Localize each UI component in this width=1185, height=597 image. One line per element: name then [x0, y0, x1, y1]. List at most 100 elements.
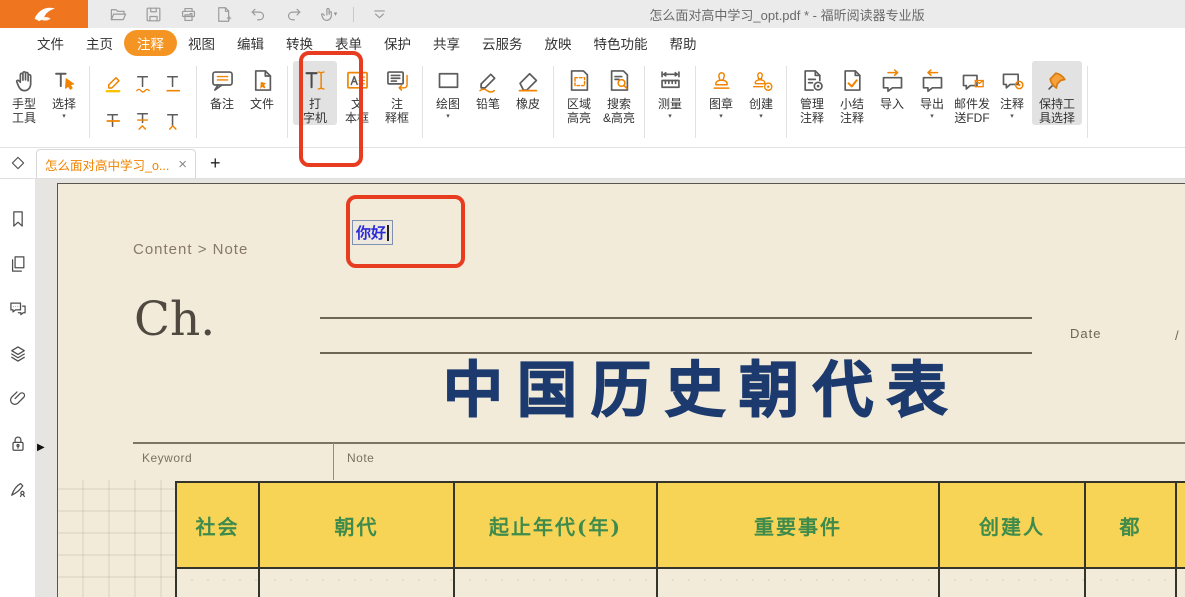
pencil-icon: [475, 67, 502, 94]
toolbar-separator: [353, 7, 354, 22]
bookmarks-panel-button[interactable]: [8, 209, 28, 229]
document-tab[interactable]: 怎么面对高中学习_o... ×: [36, 149, 196, 178]
table-header-cell: 重要事件: [658, 481, 940, 569]
draw-shapes-icon: [435, 67, 462, 94]
title-bar: ▾ 怎么面对高中学习_opt.pdf * - 福昕阅读器专业版: [0, 0, 1185, 28]
dropdown-caret-icon: ▾: [334, 10, 338, 18]
menu-item[interactable]: 视图: [177, 30, 226, 56]
new-tab-button[interactable]: +: [210, 153, 221, 174]
date-label: Date: [1070, 326, 1101, 341]
export-button[interactable]: 导出▾: [912, 61, 952, 121]
pages-panel-button[interactable]: [8, 254, 28, 274]
navigation-sidebar: [0, 179, 36, 597]
table-body-cell: [455, 569, 658, 597]
open-button[interactable]: [108, 4, 128, 24]
replace-text-icon: [132, 109, 155, 132]
menu-item[interactable]: 主页: [75, 30, 124, 56]
eraser-button[interactable]: 橡皮: [508, 61, 548, 111]
menu-item[interactable]: 帮助: [659, 30, 708, 56]
pencil-button[interactable]: 铅笔: [468, 61, 508, 111]
paper-grid-texture: [58, 480, 175, 597]
print-button[interactable]: [178, 4, 198, 24]
menu-item[interactable]: 文件: [26, 30, 75, 56]
keep-tool-icon: [1044, 67, 1071, 94]
select-tool-button[interactable]: 选择▾: [44, 61, 84, 121]
comments-panel-button[interactable]: [8, 299, 28, 319]
signature-panel-button[interactable]: [8, 479, 28, 499]
summarize-comments-button[interactable]: 小结注释: [832, 61, 872, 125]
manage-comments-button[interactable]: 管理注释: [792, 61, 832, 125]
comment-settings-icon: [999, 67, 1026, 94]
import-button[interactable]: 导入: [872, 61, 912, 111]
table-body-cell: [1086, 569, 1177, 597]
menu-bar: 文件主页注释视图编辑转换表单保护共享云服务放映特色功能帮助: [0, 28, 1185, 57]
create-page-button[interactable]: [213, 4, 233, 24]
strikeout-button[interactable]: [98, 102, 128, 139]
menu-item[interactable]: 共享: [422, 30, 471, 56]
hand-gesture-button[interactable]: ▾: [318, 4, 338, 24]
menu-item[interactable]: 编辑: [226, 30, 275, 56]
table-body-cell: [658, 569, 940, 597]
callout-button[interactable]: 注释框: [377, 61, 417, 125]
keyword-label: Keyword: [142, 451, 192, 465]
keep-tool-selection-button[interactable]: 保持工具选择: [1032, 61, 1082, 125]
ribbon-group: 管理注释小结注释导入导出▾邮件发送FDF注释▾保持工具选择: [792, 61, 1082, 143]
panel-toggle-icon[interactable]: [0, 148, 36, 178]
dropdown-caret-icon: ▾: [719, 113, 723, 121]
comments-icon: [8, 299, 28, 319]
menu-item[interactable]: 特色功能: [583, 30, 659, 56]
attachment-icon: [8, 389, 28, 409]
textbox-icon: [344, 67, 371, 94]
typewriter-text: 你好: [356, 222, 386, 243]
table-body-cell: [940, 569, 1086, 597]
table-body-row: [175, 569, 1185, 597]
area-highlight-button[interactable]: 区域高亮: [559, 61, 599, 125]
ribbon-group: 图章▾创建▾: [701, 61, 781, 143]
typewriter-button[interactable]: 打字机: [293, 61, 337, 125]
ribbon-group: 绘图▾铅笔橡皮: [428, 61, 548, 143]
foxit-logo-icon: [27, 3, 61, 25]
note-button[interactable]: 备注: [202, 61, 242, 111]
page-title: 中国历史朝代表: [443, 342, 961, 429]
dropdown-caret-icon: ▾: [668, 113, 672, 121]
layers-panel-button[interactable]: [8, 344, 28, 364]
save-button[interactable]: [143, 4, 163, 24]
measure-button[interactable]: 测量▾: [650, 61, 690, 121]
highlight-button[interactable]: [98, 65, 128, 102]
menu-item[interactable]: 云服务: [471, 30, 534, 56]
textbox-button[interactable]: 文本框: [337, 61, 377, 125]
section-divider: [133, 442, 1185, 444]
stamp-button[interactable]: 图章▾: [701, 61, 741, 121]
window-title: 怎么面对高中学习_opt.pdf * - 福昕阅读器专业版: [389, 5, 1185, 24]
strikeout-icon: [102, 109, 125, 132]
insert-text-button[interactable]: [158, 102, 188, 139]
expand-panel-arrow[interactable]: ▶: [37, 442, 45, 453]
redo-button[interactable]: [283, 4, 303, 24]
underline-button[interactable]: [158, 65, 188, 102]
draw-button[interactable]: 绘图▾: [428, 61, 468, 121]
menu-item[interactable]: 表单: [324, 30, 373, 56]
menu-item[interactable]: 转换: [275, 30, 324, 56]
tab-close-icon[interactable]: ×: [178, 157, 187, 172]
foxit-logo[interactable]: [0, 0, 88, 28]
menu-item[interactable]: 放映: [534, 30, 583, 56]
menu-item[interactable]: 保护: [373, 30, 422, 56]
squiggly-underline-button[interactable]: [128, 65, 158, 102]
ribbon-separator: [196, 66, 197, 138]
attachments-panel-button[interactable]: [8, 389, 28, 409]
bookmark-icon: [8, 209, 28, 229]
file-attachment-button[interactable]: 文件: [242, 61, 282, 111]
pages-icon: [8, 254, 28, 274]
email-fdf-button[interactable]: 邮件发送FDF: [952, 61, 992, 125]
menu-item[interactable]: 注释: [124, 30, 177, 56]
comment-settings-button[interactable]: 注释▾: [992, 61, 1032, 121]
create-stamp-button[interactable]: 创建▾: [741, 61, 781, 121]
search-highlight-button[interactable]: 搜索&高亮: [599, 61, 639, 125]
collapse-toolbar-button[interactable]: [369, 4, 389, 24]
security-panel-button[interactable]: [8, 434, 28, 454]
replace-text-button[interactable]: [128, 102, 158, 139]
hand-tool-button[interactable]: 手型工具: [4, 61, 44, 125]
typewriter-text-annotation[interactable]: 你好: [352, 220, 393, 245]
dropdown-caret-icon: ▾: [446, 113, 450, 121]
undo-button[interactable]: [248, 4, 268, 24]
